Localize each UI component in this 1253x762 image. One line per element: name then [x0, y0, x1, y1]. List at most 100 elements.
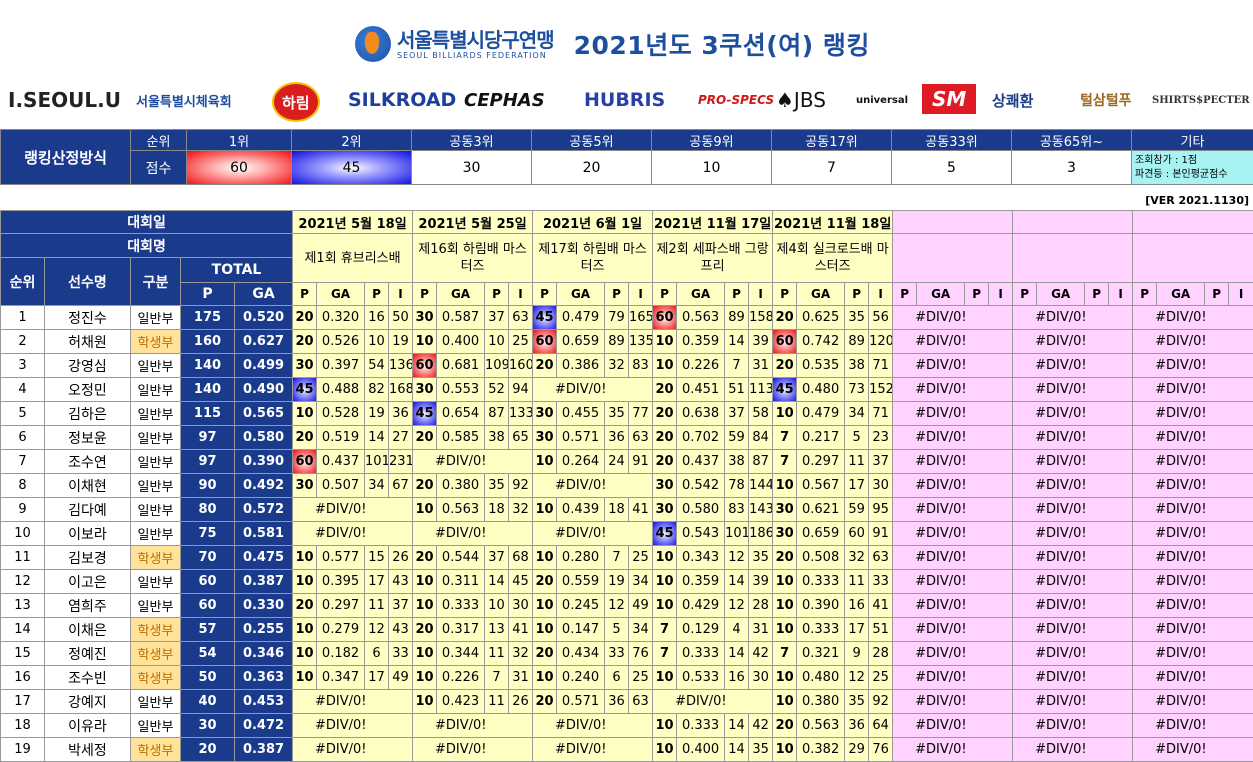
event-innings: 76 [629, 642, 653, 666]
event-innings: 168 [389, 378, 413, 402]
etc-note: 파견등 : 본인평균점수 [1135, 168, 1253, 182]
event-innings: 35 [749, 546, 773, 570]
event-ga: 0.343 [677, 546, 725, 570]
event-ga: 0.226 [677, 354, 725, 378]
div-error-cell: #DIV/0! [893, 594, 1013, 618]
event-ga: 0.400 [437, 330, 485, 354]
event-score: 4 [725, 618, 749, 642]
player-name: 강영심 [45, 354, 131, 378]
event-ga: 0.359 [677, 330, 725, 354]
event-ga: 0.380 [797, 690, 845, 714]
event-score: 14 [725, 330, 749, 354]
event-innings: 33 [869, 570, 893, 594]
player-name: 김하은 [45, 402, 131, 426]
table-row: 5김하은일반부1150.565100.5281936450.6548713330… [1, 402, 1253, 426]
player-name: 정진수 [45, 306, 131, 330]
total-points: 60 [181, 570, 235, 594]
event-innings: 65 [509, 426, 533, 450]
event-points: 10 [653, 738, 677, 762]
div-error-cell: #DIV/0! [1013, 642, 1133, 666]
total-points: 70 [181, 546, 235, 570]
event-points: 10 [773, 618, 797, 642]
score-cell: 60 [187, 151, 292, 185]
total-points-header: P [181, 283, 235, 306]
event-innings: 34 [629, 570, 653, 594]
table-row: 17강예지일반부400.453#DIV/0!100.4231126200.571… [1, 690, 1253, 714]
event-ga: 0.455 [557, 402, 605, 426]
event-points: 10 [293, 546, 317, 570]
event-innings: 30 [869, 474, 893, 498]
event-date: 2021년 5월 25일 [413, 211, 533, 234]
event-score: 11 [845, 570, 869, 594]
event-points: 30 [653, 474, 677, 498]
innings-header: I [629, 283, 653, 306]
rank-cell: 공동17위 [772, 130, 892, 151]
event-points: 10 [533, 546, 557, 570]
total-ga: 0.627 [235, 330, 293, 354]
event-innings: 28 [749, 594, 773, 618]
event-ga: 0.397 [317, 354, 365, 378]
event-date [1013, 211, 1133, 234]
div-error-cell: #DIV/0! [1013, 330, 1133, 354]
event-innings: 120 [869, 330, 893, 354]
points-header: P [533, 283, 557, 306]
event-name [893, 234, 1013, 283]
div-error-cell: #DIV/0! [1013, 378, 1133, 402]
event-innings: 113 [749, 378, 773, 402]
event-innings: 76 [869, 738, 893, 762]
event-points: 10 [293, 402, 317, 426]
table-row: 16조수빈학생부500.363100.3471749100.226731100.… [1, 666, 1253, 690]
division-cell: 일반부 [131, 522, 181, 546]
event-score: 10 [485, 594, 509, 618]
div-error-cell: #DIV/0! [1013, 738, 1133, 762]
event-ga: 0.217 [797, 426, 845, 450]
total-points: 90 [181, 474, 235, 498]
rank-cell: 10 [1, 522, 45, 546]
player-name: 이채은 [45, 618, 131, 642]
rank-cell: 13 [1, 594, 45, 618]
event-points: 10 [413, 642, 437, 666]
rank-cell: 5 [1, 402, 45, 426]
points-sub-header: P [1205, 283, 1229, 306]
event-score: 19 [365, 402, 389, 426]
event-points: 10 [653, 594, 677, 618]
div-error-cell: #DIV/0! [893, 714, 1013, 738]
event-score: 101 [725, 522, 749, 546]
event-points: 10 [773, 690, 797, 714]
event-ga: 0.571 [557, 426, 605, 450]
event-points: 20 [533, 354, 557, 378]
event-ga: 0.659 [557, 330, 605, 354]
total-points: 140 [181, 378, 235, 402]
div-error-cell: #DIV/0! [1133, 690, 1253, 714]
event-ga: 0.567 [797, 474, 845, 498]
div-error-cell: #DIV/0! [1013, 690, 1133, 714]
innings-header: I [1229, 283, 1253, 306]
event-score: 16 [845, 594, 869, 618]
event-innings: 91 [869, 522, 893, 546]
event-innings: 64 [869, 714, 893, 738]
event-innings: 91 [629, 450, 653, 474]
sponsor-logo: SILKROAD [348, 78, 456, 122]
total-ga: 0.390 [235, 450, 293, 474]
sponsor-logo: 상쾌환 [992, 78, 1033, 122]
event-points: 10 [413, 498, 437, 522]
div-error-cell: #DIV/0! [1013, 618, 1133, 642]
event-score: 12 [725, 546, 749, 570]
event-name: 제1회 휴브리스배 [293, 234, 413, 283]
sponsor-logo: 서울특별시체육회 [136, 78, 232, 122]
event-ga: 0.333 [677, 714, 725, 738]
div-error-cell: #DIV/0! [893, 450, 1013, 474]
event-ga: 0.702 [677, 426, 725, 450]
table-row: 15정예진학생부540.346100.182633100.3441132200.… [1, 642, 1253, 666]
innings-header: I [389, 283, 413, 306]
event-score: 52 [485, 378, 509, 402]
table-row: 1정진수일반부1750.520200.3201650300.5873763450… [1, 306, 1253, 330]
points-header: P [413, 283, 437, 306]
event-points: 10 [413, 570, 437, 594]
event-ga: 0.264 [557, 450, 605, 474]
event-ga: 0.681 [437, 354, 485, 378]
div-error-cell: #DIV/0! [1013, 498, 1133, 522]
event-ga: 0.333 [797, 570, 845, 594]
event-points: 10 [293, 570, 317, 594]
event-innings: 165 [629, 306, 653, 330]
